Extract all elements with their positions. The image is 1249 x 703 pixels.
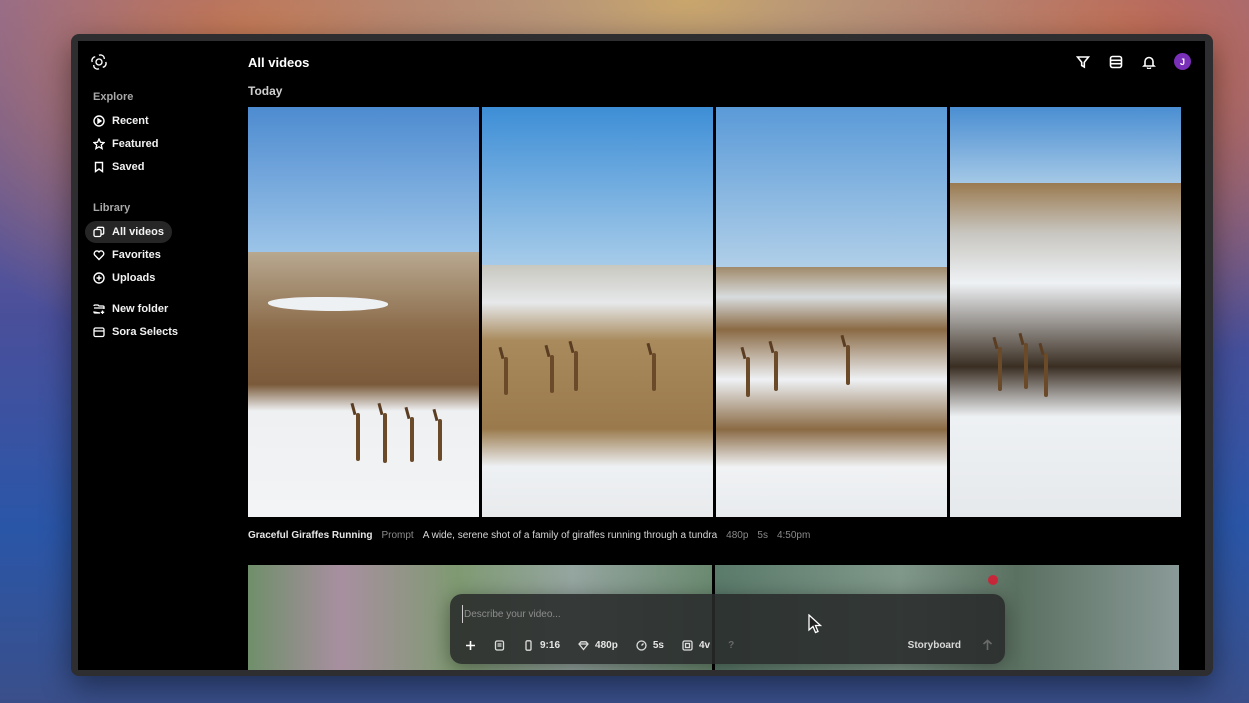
composer-toolbar: 9:16 480p 5s 4v ? [458,634,741,656]
sky [482,107,713,265]
describe-video-input[interactable] [462,605,862,623]
plus-icon [466,640,475,650]
sidebar-item-label: New folder [112,303,169,315]
video-card[interactable] [248,107,1181,517]
preset-icon [494,639,505,651]
giraffe [504,357,508,395]
storyboard-button[interactable]: Storyboard [900,634,969,656]
sidebar-item-saved[interactable]: Saved [85,156,152,178]
filter-icon [1076,55,1090,68]
giraffe [1024,343,1028,389]
variations-button[interactable]: 4v [675,634,717,656]
view-toggle-button[interactable] [1108,54,1124,70]
video-frame-2[interactable] [482,107,713,517]
giraffe [356,413,360,461]
notifications-button[interactable] [1141,54,1157,70]
bell-icon [1142,56,1156,69]
sidebar-item-new-folder[interactable]: New folder [85,298,176,320]
video-frame-1[interactable] [248,107,479,517]
resolution-value: 480p [595,639,618,651]
sidebar-item-recent[interactable]: Recent [85,110,157,132]
sidebar-item-all-videos[interactable]: All videos [85,221,172,243]
video-caption: Graceful Giraffes Running Prompt A wide,… [248,530,810,541]
heart-icon [93,250,105,261]
giraffe [1044,353,1048,397]
help-button[interactable]: ? [721,634,741,656]
video-prompt: A wide, serene shot of a family of giraf… [422,530,718,541]
tundra [950,183,1181,517]
upload-circle-icon [93,272,105,284]
arrow-up-icon [982,639,992,650]
prompt-composer: 9:16 480p 5s 4v ? Storyboard [450,594,1005,664]
diamond-icon [578,640,589,651]
sky [248,107,479,252]
openai-logo-icon[interactable] [90,53,108,71]
tundra [716,267,947,517]
sidebar-item-label: Uploads [112,272,156,284]
video-time: 4:50pm [776,530,811,541]
header-actions: J [1075,53,1191,70]
tundra [482,265,713,517]
explore-section-label: Explore [93,91,134,103]
bird-head [988,575,998,585]
giraffe [774,351,778,391]
list-view-icon [1109,55,1123,68]
videos-icon [93,226,105,238]
aspect-ratio-value: 9:16 [540,639,561,651]
giraffe [383,413,387,463]
tundra [248,252,479,517]
star-icon [93,138,105,150]
sidebar-item-sora-selects[interactable]: Sora Selects [85,321,186,343]
avatar[interactable]: J [1174,53,1191,70]
submit-button[interactable] [979,637,995,653]
video-frame-3[interactable] [716,107,947,517]
library-section-label: Library [93,202,131,214]
sidebar-item-label: Recent [112,115,149,127]
video-duration: 5s [757,530,768,541]
video-frame-4[interactable] [950,107,1181,517]
sidebar-item-featured[interactable]: Featured [85,133,166,155]
play-circle-icon [93,115,105,127]
sidebar-item-favorites[interactable]: Favorites [85,244,169,266]
aspect-ratio-button[interactable]: 9:16 [516,634,567,656]
duration-value: 5s [652,639,664,651]
giraffe [438,419,442,461]
sidebar-item-label: Sora Selects [112,326,179,338]
sky [950,107,1181,183]
preset-button[interactable] [487,634,512,656]
sky [716,107,947,267]
variations-value: 4v [698,639,711,651]
resolution-button[interactable]: 480p [571,634,625,656]
sidebar: Explore Recent Featured Saved Library Al… [78,41,243,670]
giraffe [410,417,414,462]
sidebar-item-label: All videos [112,226,164,238]
giraffe [846,345,850,385]
duration-button[interactable]: 5s [629,634,671,656]
app-window: Explore Recent Featured Saved Library Al… [78,41,1205,670]
sidebar-item-label: Featured [112,138,159,150]
clock-icon [636,639,647,651]
add-button[interactable] [458,634,483,656]
video-resolution: 480p [726,530,749,541]
video-title[interactable]: Graceful Giraffes Running [248,530,372,541]
page-title: All videos [248,55,310,70]
folder-icon [93,327,105,338]
new-folder-icon [93,304,105,314]
date-group-label: Today [248,84,283,98]
giraffe [652,353,656,391]
sidebar-item-label: Favorites [112,249,161,261]
giraffe [998,347,1002,391]
bookmark-icon [94,161,104,173]
grid-icon [682,639,693,651]
giraffe [574,351,578,391]
prompt-label: Prompt [381,530,414,541]
giraffe [746,357,750,397]
sidebar-item-uploads[interactable]: Uploads [85,267,163,289]
filter-button[interactable] [1075,54,1091,70]
mouse-cursor-icon [808,614,822,634]
phone-portrait-icon [525,639,532,651]
sidebar-item-label: Saved [112,161,145,173]
giraffe [550,355,554,393]
